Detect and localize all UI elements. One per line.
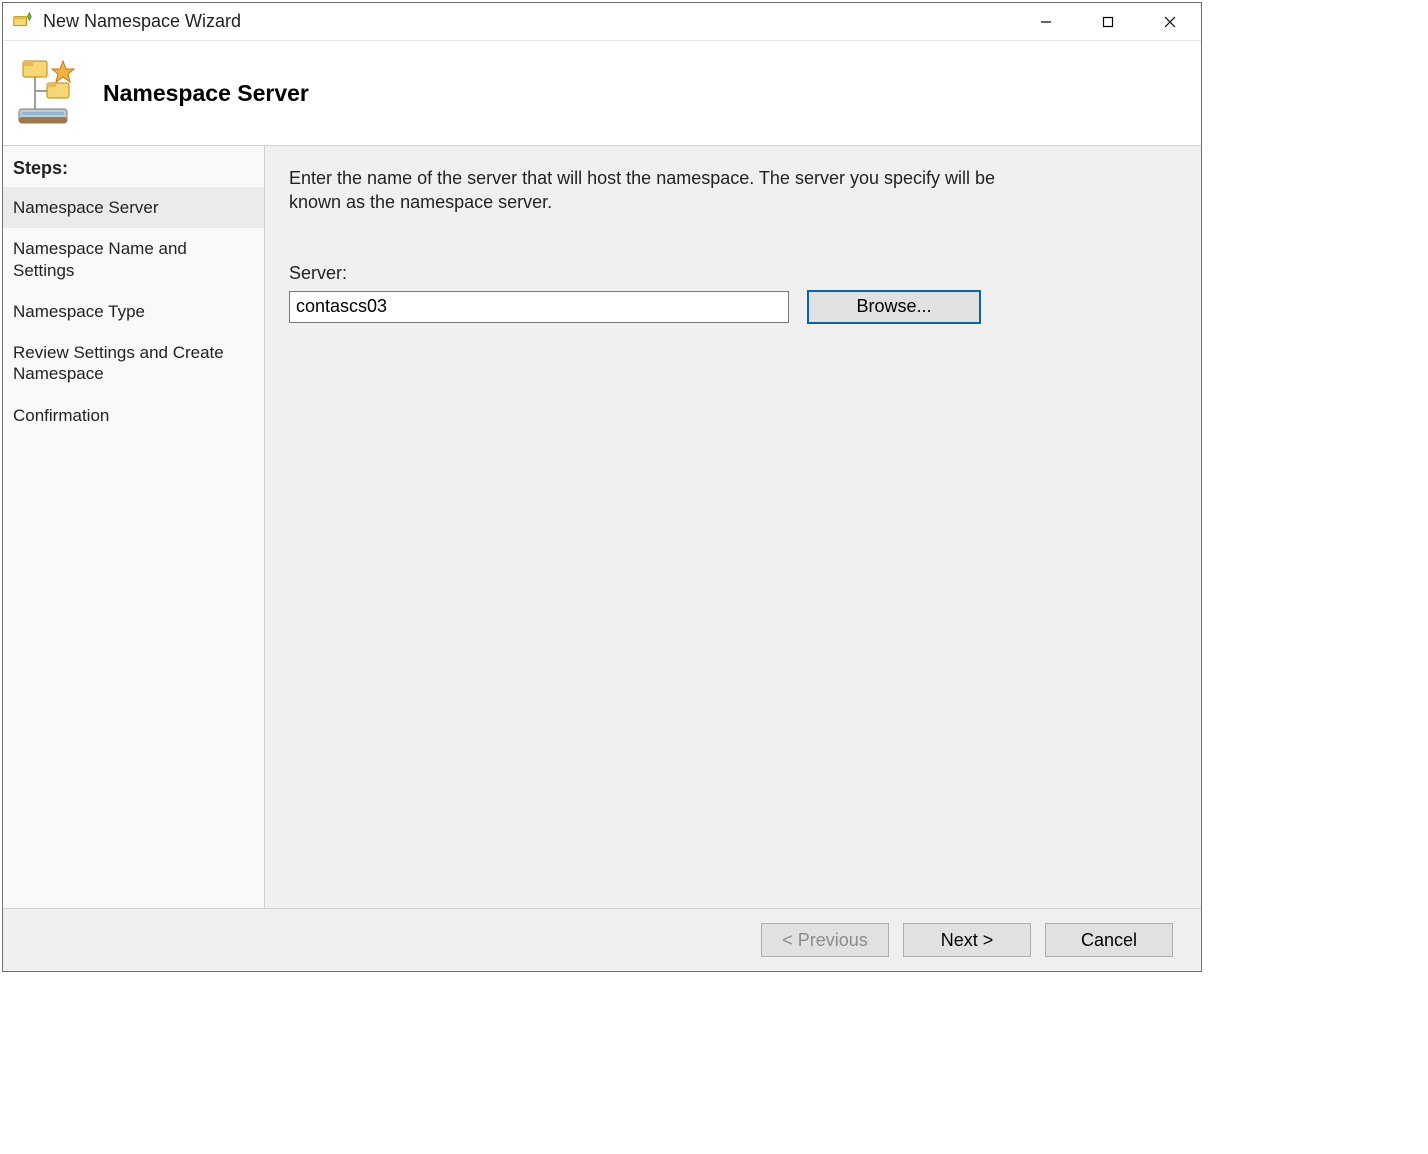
page-title: Namespace Server [103,80,309,107]
wizard-icon [11,11,33,33]
wizard-header: Namespace Server [3,41,1201,146]
cancel-button[interactable]: Cancel [1045,923,1173,957]
browse-button[interactable]: Browse... [807,290,981,324]
previous-button[interactable]: < Previous [761,923,889,957]
wizard-footer: < Previous Next > Cancel [3,909,1201,971]
namespace-tree-icon [13,57,85,129]
step-namespace-name-settings[interactable]: Namespace Name and Settings [3,228,264,291]
server-input[interactable] [289,291,789,323]
content-pane: Enter the name of the server that will h… [265,146,1201,908]
close-button[interactable] [1139,3,1201,40]
maximize-button[interactable] [1077,3,1139,40]
steps-sidebar: Steps: Namespace Server Namespace Name a… [3,146,265,908]
steps-header: Steps: [3,152,264,187]
step-confirmation[interactable]: Confirmation [3,395,264,436]
step-namespace-server[interactable]: Namespace Server [3,187,264,228]
server-field-row: Browse... [289,290,1169,324]
next-button[interactable]: Next > [903,923,1031,957]
server-label: Server: [289,263,1169,284]
step-review-create[interactable]: Review Settings and Create Namespace [3,332,264,395]
step-namespace-type[interactable]: Namespace Type [3,291,264,332]
titlebar: New Namespace Wizard [3,3,1201,41]
window-title: New Namespace Wizard [43,11,1015,32]
wizard-body: Steps: Namespace Server Namespace Name a… [3,146,1201,909]
minimize-button[interactable] [1015,3,1077,40]
instruction-text: Enter the name of the server that will h… [289,166,1019,215]
window-controls [1015,3,1201,40]
